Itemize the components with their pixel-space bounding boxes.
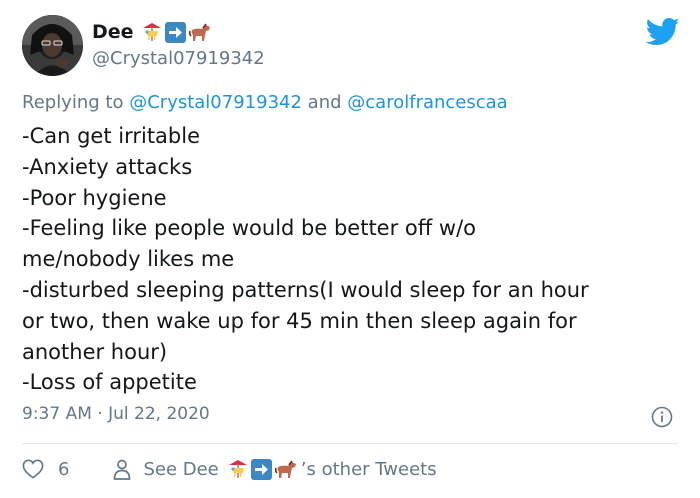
tweet-actions: 6 See Dee ’s other Tweets — [22, 455, 437, 483]
like-count: 6 — [58, 458, 70, 480]
tweet-timestamp[interactable]: 9:37 AM · Jul 22, 2020 — [22, 404, 210, 424]
tweet-line: another hour) — [22, 339, 168, 364]
tweet-line: or two, then wake up for 45 min then sle… — [22, 308, 577, 333]
user-handle[interactable]: @Crystal07919342 — [92, 48, 265, 69]
tweet-line: -Anxiety attacks — [22, 154, 193, 179]
see-suffix: ’s other Tweets — [300, 458, 437, 480]
name-row[interactable]: Dee — [92, 19, 212, 45]
see-emojis — [227, 458, 298, 480]
avatar[interactable] — [22, 15, 83, 76]
tweet-line: -Poor hygiene — [22, 185, 167, 210]
reply-prefix: Replying to — [22, 92, 124, 113]
name-emojis — [141, 21, 212, 43]
reply-conjunction: and — [307, 92, 342, 113]
tweet-line: -disturbed sleeping patterns(I would sle… — [22, 277, 589, 302]
mention-link-2[interactable]: @carolfrancescaa — [347, 92, 507, 113]
mention-link-1[interactable]: @Crystal07919342 — [129, 92, 302, 113]
carousel-horse-icon — [228, 460, 247, 478]
see-other-tweets-link[interactable]: See Dee ’s other Tweets — [113, 458, 437, 480]
reply-context: Replying to @Crystal07919342 and @carolf… — [22, 92, 508, 113]
see-prefix: See Dee — [143, 458, 219, 480]
right-arrow-icon — [250, 458, 272, 480]
horse-icon — [274, 460, 296, 478]
tweet-line: me/nobody likes me — [22, 247, 235, 272]
tweet-card: Dee @Crystal07919342 Replying to @Crysta… — [0, 0, 700, 498]
see-other-tweets-text[interactable]: See Dee ’s other Tweets — [143, 458, 437, 480]
divider — [22, 443, 678, 444]
like-button[interactable]: 6 — [22, 459, 69, 480]
tweet-line: -Can get irritable — [22, 124, 201, 148]
info-icon[interactable] — [651, 406, 673, 428]
twitter-bird-icon[interactable] — [646, 17, 680, 47]
carousel-horse-icon — [142, 23, 161, 41]
heart-icon[interactable] — [22, 459, 44, 479]
horse-icon — [188, 23, 210, 41]
tweet-line: -Loss of appetite — [22, 370, 197, 395]
profile-icon — [114, 459, 131, 480]
tweet-text: -Can get irritable -Anxiety attacks -Poo… — [22, 121, 687, 398]
display-name[interactable]: Dee — [92, 21, 134, 43]
tweet-line: -Feeling like people would be better off… — [22, 216, 477, 241]
right-arrow-icon — [164, 21, 186, 43]
